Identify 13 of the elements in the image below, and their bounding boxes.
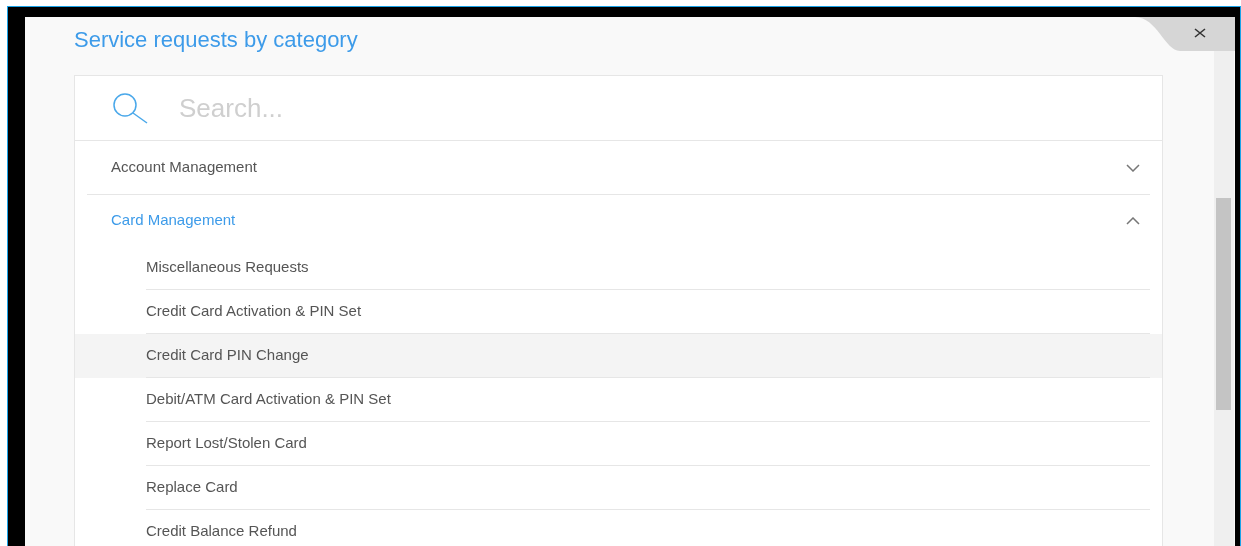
category-header[interactable]: Account Management <box>87 141 1150 195</box>
subcategory-item[interactable]: Credit Card PIN Change <box>75 334 1162 378</box>
chevron-up-icon <box>1126 216 1140 225</box>
chevron-down-icon <box>1126 163 1140 172</box>
subcategory-item[interactable]: Debit/ATM Card Activation & PIN Set <box>75 378 1162 422</box>
scrollbar[interactable] <box>1214 50 1234 546</box>
dialog-title: Service requests by category <box>74 27 358 53</box>
close-button[interactable] <box>1135 17 1235 51</box>
subcategory-item[interactable]: Report Lost/Stolen Card <box>75 422 1162 466</box>
subcategory-item[interactable]: Credit Balance Refund <box>75 510 1162 546</box>
subcategory-item[interactable]: Miscellaneous Requests <box>75 246 1162 290</box>
scrollbar-thumb[interactable] <box>1216 198 1231 410</box>
subcategory-item[interactable]: Replace Card <box>75 466 1162 510</box>
